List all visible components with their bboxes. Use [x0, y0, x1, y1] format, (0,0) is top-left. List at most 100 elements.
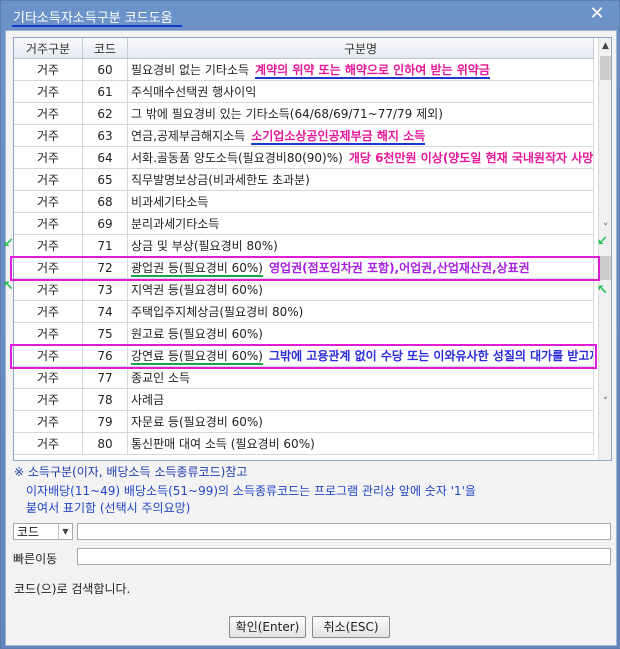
cell-residency: 거주 — [14, 300, 83, 323]
annotation-note: 소기업소상공인공제부금 해지 소득 — [251, 129, 426, 145]
income-type-name: 연금,공제부금해지소득 — [131, 129, 246, 143]
scroll-up-icon[interactable]: ▲ — [599, 38, 611, 54]
status-text: 코드(으)로 검색합니다. — [14, 582, 131, 596]
table-row[interactable]: 거주 73 지역권 등(필요경비 60%) — [14, 278, 594, 301]
table-row[interactable]: 거주 62 그 밖에 필요경비 있는 기타소득(64/68/69/71~77/79 … — [14, 102, 594, 125]
cell-name: 필요경비 없는 기타소득 계약의 위약 또는 해약으로 인하여 받는 위약금 — [127, 58, 594, 81]
cell-name: 비과세기타소득 — [127, 190, 594, 213]
cell-code: 80 — [82, 432, 128, 455]
income-type-name: 원고료 등(필요경비 60%) — [131, 327, 263, 341]
green-arrow-icon-right-bottom: ↖ — [597, 283, 608, 298]
cell-residency: 거주 — [14, 410, 83, 433]
highlight-box-row-76 — [10, 344, 597, 369]
cell-code: 61 — [82, 80, 128, 103]
cell-residency: 거주 — [14, 146, 83, 169]
income-type-name: 주택입주지체상금(필요경비 80%) — [131, 305, 304, 319]
cell-name: 상금 및 부상(필요경비 80%) — [127, 234, 594, 257]
cell-residency: 거주 — [14, 80, 83, 103]
income-type-name: 통신판매 대여 소득 (필요경비 60%) — [131, 437, 315, 451]
table-row[interactable]: 거주 71 상금 및 부상(필요경비 80%) — [14, 234, 594, 257]
code-search-row: 코드 ▼ — [13, 523, 611, 542]
table-row[interactable]: 거주 78 사례금 — [14, 388, 594, 411]
quick-move-label: 빠른이동 — [13, 552, 58, 566]
cell-code: 77 — [82, 366, 128, 389]
cell-residency: 거주 — [14, 234, 83, 257]
income-type-name: 직무발명보상금(비과세한도 초과분) — [131, 173, 310, 187]
column-header-name[interactable]: 구분명 — [127, 38, 594, 59]
cell-code: 60 — [82, 58, 128, 81]
income-type-name: 사례금 — [131, 393, 165, 407]
chevron-down-icon[interactable]: ▼ — [58, 524, 72, 539]
cell-name: 지역권 등(필요경비 60%) — [127, 278, 594, 301]
annotation-note: 계약의 위약 또는 해약으로 인하여 받는 위약금 — [255, 63, 490, 79]
table-row[interactable]: 거주 80 통신판매 대여 소득 (필요경비 60%) — [14, 432, 594, 455]
scroll-chevron-down-icon-bottom[interactable]: ˅ — [599, 394, 611, 410]
table-row[interactable]: 거주 63 연금,공제부금해지소득 소기업소상공인공제부금 해지 소득 — [14, 124, 594, 147]
close-button[interactable]: ✕ — [587, 4, 607, 24]
table-row[interactable]: 거주 68 비과세기타소득 — [14, 190, 594, 213]
cell-residency: 거주 — [14, 212, 83, 235]
ok-button[interactable]: 확인(Enter) — [229, 616, 306, 638]
cell-residency: 거주 — [14, 124, 83, 147]
income-type-name: 비과세기타소득 — [131, 195, 209, 209]
cell-name: 종교인 소득 — [127, 366, 594, 389]
table-row[interactable]: 거주 75 원고료 등(필요경비 60%) — [14, 322, 594, 345]
cell-residency: 거주 — [14, 322, 83, 345]
highlight-box-row-72 — [10, 256, 600, 281]
scroll-thumb[interactable] — [600, 56, 611, 80]
table-row[interactable]: 거주 60 필요경비 없는 기타소득 계약의 위약 또는 해약으로 인하여 받는 위약… — [14, 58, 594, 81]
cell-name: 분리과세기타소득 — [127, 212, 594, 235]
green-arrow-icon-right-top: ↙ — [597, 234, 608, 249]
scroll-thumb-secondary[interactable] — [600, 256, 611, 280]
note-heading: ※ 소득구분(이자, 배당소득 소득종류코드)참고 — [14, 465, 248, 479]
title-underline — [12, 25, 182, 27]
table-row[interactable]: 거주 77 종교인 소득 — [14, 366, 594, 389]
cell-code: 78 — [82, 388, 128, 411]
table-row[interactable]: 거주 69 분리과세기타소득 — [14, 212, 594, 235]
search-field-value: 코드 — [17, 525, 40, 539]
income-type-name: 자문료 등(필요경비 60%) — [131, 415, 263, 429]
cell-code: 68 — [82, 190, 128, 213]
code-grid: 거주구분 코드 구분명 거주 60 필요경비 없는 기타소득 계약의 위약 또는 해약… — [13, 37, 612, 461]
cell-code: 73 — [82, 278, 128, 301]
cell-code: 75 — [82, 322, 128, 345]
quick-move-input[interactable] — [77, 548, 611, 565]
window-title: 기타소득자소득구분 코드도움 — [13, 11, 173, 26]
cell-residency: 거주 — [14, 190, 83, 213]
cell-name: 서화.골동품 양도소득(필요경비80(90)%) 개당 6천만원 이상(양도일 현… — [127, 146, 594, 169]
green-arrow-icon-left-top: ↙ — [3, 236, 14, 251]
dialog-body: 거주구분 코드 구분명 거주 60 필요경비 없는 기타소득 계약의 위약 또는 해약… — [3, 30, 617, 646]
cell-name: 그 밖에 필요경비 있는 기타소득(64/68/69/71~77/79 제외) — [127, 102, 594, 125]
cell-code: 63 — [82, 124, 128, 147]
cell-name: 원고료 등(필요경비 60%) — [127, 322, 594, 345]
table-row[interactable]: 거주 61 주식매수선택권 행사이익 — [14, 80, 594, 103]
notes-area: ※ 소득구분(이자, 배당소득 소득종류코드)참고 이자배당(11~49) 배당… — [14, 464, 476, 517]
cell-name: 주식매수선택권 행사이익 — [127, 80, 594, 103]
dialog-window: 기타소득자소득구분 코드도움 ✕ 거주구분 코드 구분명 거주 60 필요경비 없는… — [0, 0, 620, 649]
cell-residency: 거주 — [14, 102, 83, 125]
column-header-code[interactable]: 코드 — [82, 38, 128, 59]
table-row[interactable]: 거주 64 서화.골동품 양도소득(필요경비80(90)%) 개당 6천만원 이상(양… — [14, 146, 594, 169]
cell-name: 통신판매 대여 소득 (필요경비 60%) — [127, 432, 594, 455]
cell-name: 직무발명보상금(비과세한도 초과분) — [127, 168, 594, 191]
income-type-name: 그 밖에 필요경비 있는 기타소득(64/68/69/71~77/79 제외) — [131, 107, 443, 121]
table-row[interactable]: 거주 74 주택입주지체상금(필요경비 80%) — [14, 300, 594, 323]
table-row[interactable]: 거주 65 직무발명보상금(비과세한도 초과분) — [14, 168, 594, 191]
cell-name: 자문료 등(필요경비 60%) — [127, 410, 594, 433]
income-type-name: 필요경비 없는 기타소득 — [131, 63, 250, 77]
cell-code: 79 — [82, 410, 128, 433]
cell-residency: 거주 — [14, 366, 83, 389]
grid-scrollbar[interactable]: ▲ ˅ ˅ — [598, 38, 611, 460]
cancel-button[interactable]: 취소(ESC) — [312, 616, 390, 638]
cell-code: 71 — [82, 234, 128, 257]
search-input[interactable] — [77, 523, 611, 540]
income-type-name: 상금 및 부상(필요경비 80%) — [131, 239, 278, 253]
code-table: 거주구분 코드 구분명 거주 60 필요경비 없는 기타소득 계약의 위약 또는 해약… — [14, 38, 594, 455]
cell-residency: 거주 — [14, 388, 83, 411]
income-type-name: 지역권 등(필요경비 60%) — [131, 283, 263, 297]
column-header-residency[interactable]: 거주구분 — [14, 38, 83, 59]
search-field-combo[interactable]: 코드 ▼ — [13, 523, 73, 540]
cell-code: 74 — [82, 300, 128, 323]
income-type-name: 종교인 소득 — [131, 371, 191, 385]
table-row[interactable]: 거주 79 자문료 등(필요경비 60%) — [14, 410, 594, 433]
